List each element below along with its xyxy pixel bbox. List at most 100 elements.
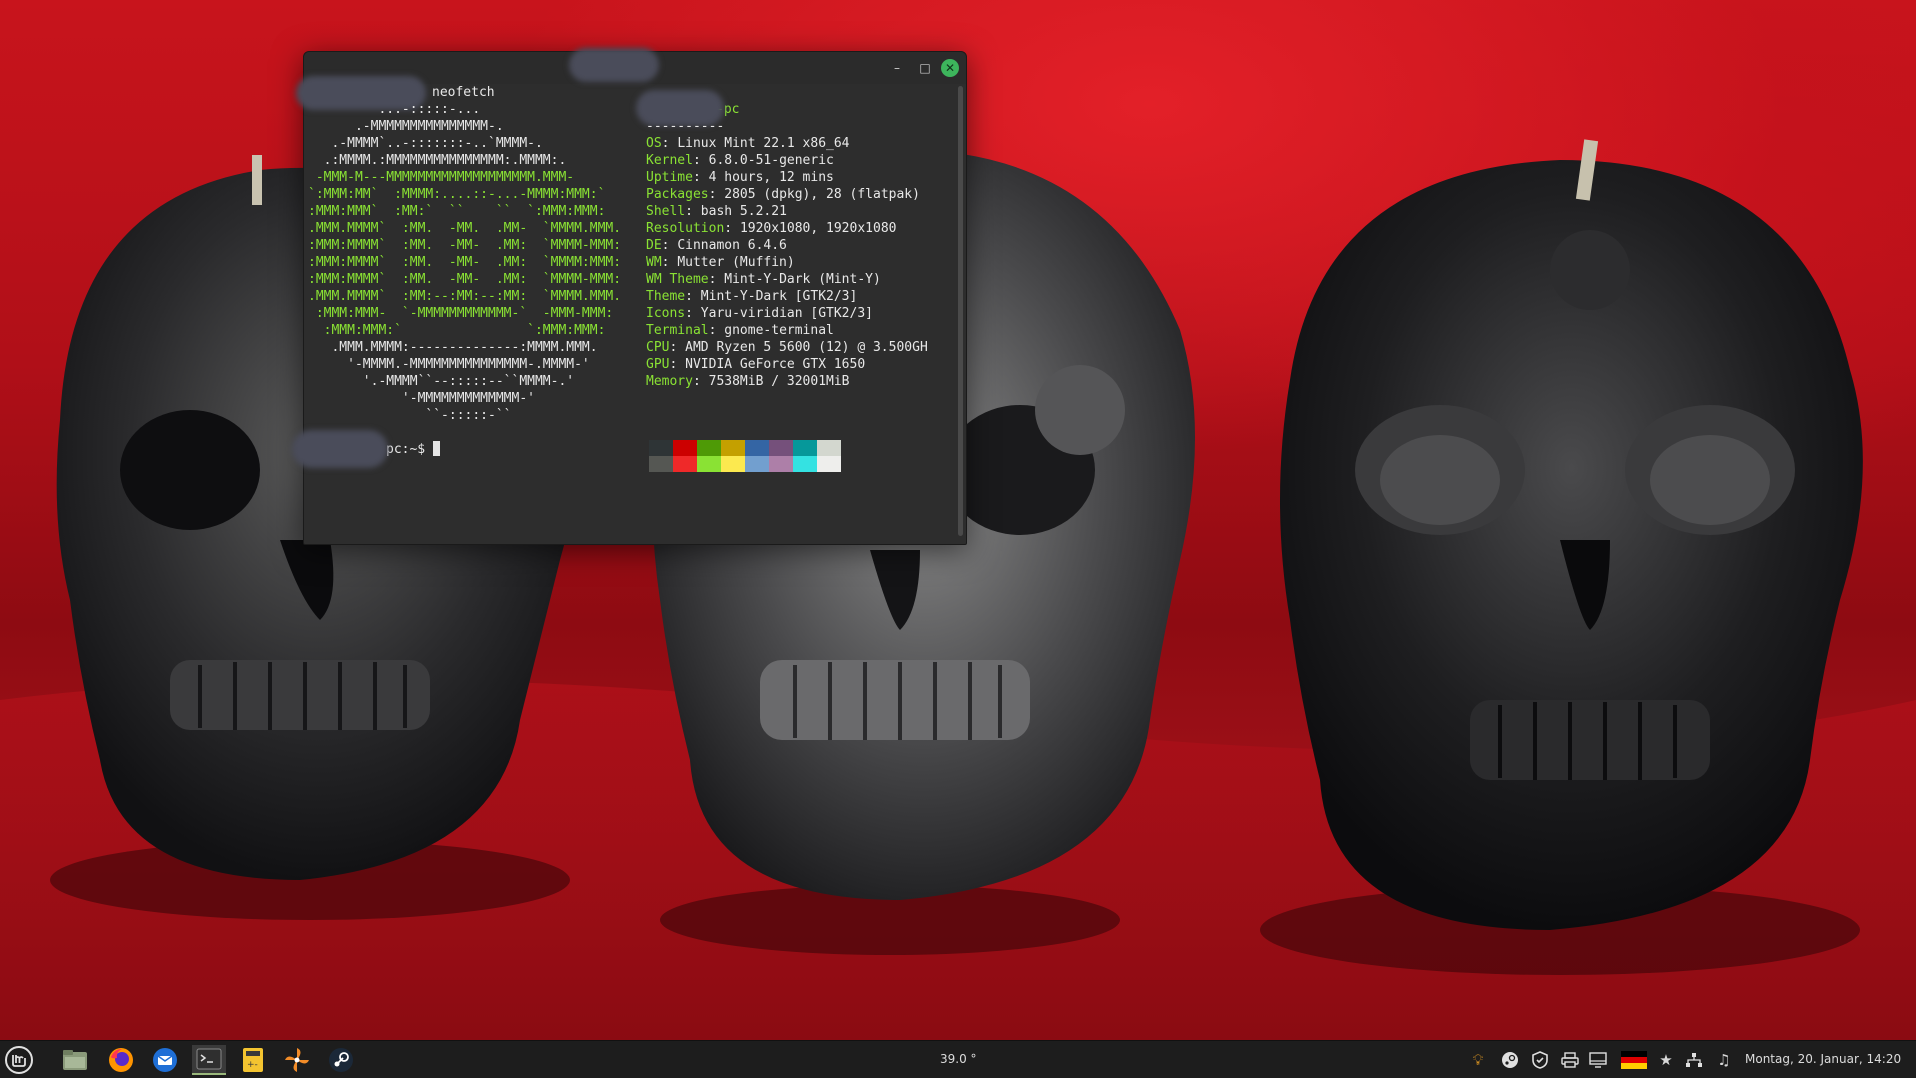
info-colon: : bbox=[685, 306, 701, 321]
info-row: Terminal: gnome-terminal bbox=[646, 322, 928, 339]
thunderbird-icon[interactable] bbox=[148, 1045, 182, 1075]
ascii-line: :MMM:MMMM` :MM. -MM- .MM: `MMMM-MMM: bbox=[308, 238, 622, 253]
maximize-button[interactable]: □ bbox=[917, 60, 933, 76]
ascii-line: -MMM-M---MMMMMMMMMMMMMMMMMMM.MMM- bbox=[308, 170, 575, 185]
temperature-readout[interactable]: 39.0 ° bbox=[940, 1052, 977, 1066]
shield-icon[interactable] bbox=[1530, 1050, 1550, 1070]
redshift-bulb-icon[interactable]: 💡︎ bbox=[1468, 1050, 1488, 1070]
mint-menu-icon[interactable] bbox=[2, 1045, 36, 1075]
terminal-output[interactable]: neofetch ...-:::::-... .-MMMMMMMMMMMMMMM… bbox=[292, 76, 954, 542]
steam-icon[interactable] bbox=[324, 1045, 358, 1075]
ascii-line: :MMM:MMM- `-MMMMMMMMMMMM-` -MMM-MMM: bbox=[308, 306, 614, 321]
info-value: bash 5.2.21 bbox=[700, 204, 787, 219]
firefox-icon[interactable] bbox=[104, 1045, 138, 1075]
printer-icon[interactable] bbox=[1560, 1050, 1580, 1070]
info-row: WM: Mutter (Muffin) bbox=[646, 254, 928, 271]
palette-swatch bbox=[721, 440, 745, 456]
info-label: Memory bbox=[646, 374, 693, 389]
palette-swatch bbox=[793, 456, 817, 472]
info-colon: : bbox=[692, 374, 709, 389]
info-value: gnome-terminal bbox=[724, 323, 834, 338]
close-button[interactable]: ✕ bbox=[941, 59, 959, 77]
palette-swatch bbox=[817, 440, 841, 456]
network-icon[interactable] bbox=[1684, 1050, 1704, 1070]
palette-swatch bbox=[817, 456, 841, 472]
prompt-text: pc:~$ bbox=[386, 442, 433, 457]
info-colon: : bbox=[685, 204, 701, 219]
info-row: Icons: Yaru-viridian [GTK2/3] bbox=[646, 305, 928, 322]
info-row: OS: Linux Mint 22.1 x86_64 bbox=[646, 135, 928, 152]
redacted-prompt-user-2 bbox=[292, 430, 388, 468]
ascii-line: '-MMMM.-MMMMMMMMMMMMMMM-.MMMM-' bbox=[308, 357, 590, 372]
info-separator: ---------- bbox=[646, 119, 725, 134]
ascii-line: '-MMMMMMMMMMMMM-' bbox=[308, 391, 535, 406]
info-label: Uptime bbox=[646, 170, 693, 185]
info-value: Linux Mint 22.1 x86_64 bbox=[677, 136, 850, 151]
info-row: DE: Cinnamon 6.4.6 bbox=[646, 237, 928, 254]
terminal-window[interactable]: pc: ~ – □ ✕ neofetch ...-:::::-... .-MMM… bbox=[292, 48, 967, 545]
palette-swatch bbox=[649, 440, 673, 456]
info-colon: : bbox=[724, 221, 740, 236]
info-value: Mutter (Muffin) bbox=[677, 255, 795, 270]
info-label: OS bbox=[646, 136, 662, 151]
info-value: Cinnamon 6.4.6 bbox=[677, 238, 787, 253]
info-row: Kernel: 6.8.0-51-generic bbox=[646, 152, 928, 169]
palette-swatch bbox=[769, 456, 793, 472]
clock[interactable]: Montag, 20. Januar, 14:20 bbox=[1745, 1052, 1901, 1066]
palette-swatch bbox=[745, 440, 769, 456]
display-icon[interactable] bbox=[1588, 1050, 1608, 1070]
info-row: Resolution: 1920x1080, 1920x1080 bbox=[646, 220, 928, 237]
info-row: CPU: AMD Ryzen 5 5600 (12) @ 3.500GH bbox=[646, 339, 928, 356]
info-value: Mint-Y-Dark (Mint-Y) bbox=[724, 272, 881, 287]
info-colon: : bbox=[661, 255, 678, 270]
info-colon: : bbox=[708, 272, 725, 287]
info-label: Kernel bbox=[646, 153, 693, 168]
palette-swatch bbox=[673, 456, 697, 472]
palette-swatch bbox=[769, 440, 793, 456]
ascii-line: :MMM:MMM:` `:MMM:MMM: bbox=[308, 323, 606, 338]
shell-prompt[interactable]: pc:~$ bbox=[386, 441, 440, 458]
info-row: Shell: bash 5.2.21 bbox=[646, 203, 928, 220]
favorites-star-icon[interactable]: ★ bbox=[1656, 1050, 1676, 1070]
sound-music-icon[interactable]: ♫ bbox=[1714, 1050, 1734, 1070]
info-value: 6.8.0-51-generic bbox=[708, 153, 834, 168]
info-value: AMD Ryzen 5 5600 (12) @ 3.500GH bbox=[685, 340, 928, 355]
palette-swatch bbox=[697, 456, 721, 472]
ascii-line: :MMM:MMM` :MM:` `` `` `:MMM:MMM: bbox=[308, 204, 606, 219]
info-label: Terminal bbox=[646, 323, 709, 338]
info-value: Yaru-viridian [GTK2/3] bbox=[700, 306, 873, 321]
info-label: Icons bbox=[646, 306, 686, 321]
info-row: Memory: 7538MiB / 32001MiB bbox=[646, 373, 928, 390]
svg-text:+-: +- bbox=[247, 1060, 258, 1070]
command-line: neofetch bbox=[432, 85, 495, 100]
terminal-icon[interactable] bbox=[192, 1045, 226, 1075]
info-row: GPU: NVIDIA GeForce GTX 1650 bbox=[646, 356, 928, 373]
ascii-line: ...-:::::-... bbox=[308, 102, 481, 117]
info-colon: : bbox=[708, 187, 725, 202]
ascii-line: ``-:::::-`` bbox=[308, 408, 512, 423]
right-skull bbox=[1280, 139, 1863, 930]
ascii-line: :MMM:MMMM` :MM. -MM- .MM: `MMMM:MMM: bbox=[308, 255, 622, 270]
palette-swatch bbox=[697, 440, 721, 456]
ascii-line: :MMM:MMMM` :MM. -MM- .MM: `MMMM-MMM: bbox=[308, 272, 622, 287]
info-label: GPU bbox=[646, 357, 670, 372]
info-label: DE bbox=[646, 238, 662, 253]
minimize-button[interactable]: – bbox=[889, 60, 905, 76]
keyboard-layout-de-flag-icon[interactable] bbox=[1620, 1050, 1648, 1070]
info-label: Theme bbox=[646, 289, 686, 304]
ascii-line: .-MMMM`..-:::::::-..`MMMM-. bbox=[308, 136, 543, 151]
info-colon: : bbox=[708, 323, 725, 338]
pinwheel-app-icon[interactable] bbox=[280, 1045, 314, 1075]
calculator-icon[interactable]: +- bbox=[236, 1045, 270, 1075]
redacted-username-title bbox=[569, 48, 659, 82]
terminal-scrollbar[interactable] bbox=[958, 86, 963, 536]
palette-swatch bbox=[673, 440, 697, 456]
ascii-line: .MMM.MMMM` :MM. -MM. .MM- `MMMM.MMM. bbox=[308, 221, 622, 236]
info-value: NVIDIA GeForce GTX 1650 bbox=[685, 357, 866, 372]
file-manager-icon[interactable] bbox=[58, 1045, 92, 1075]
info-value: 4 hours, 12 mins bbox=[708, 170, 834, 185]
ascii-line: .MMM.MMMM` :MM:--:MM:--:MM: `MMMM.MMM. bbox=[308, 289, 622, 304]
info-row: WM Theme: Mint-Y-Dark (Mint-Y) bbox=[646, 271, 928, 288]
steam-tray-icon[interactable] bbox=[1500, 1050, 1520, 1070]
palette-swatch bbox=[721, 456, 745, 472]
